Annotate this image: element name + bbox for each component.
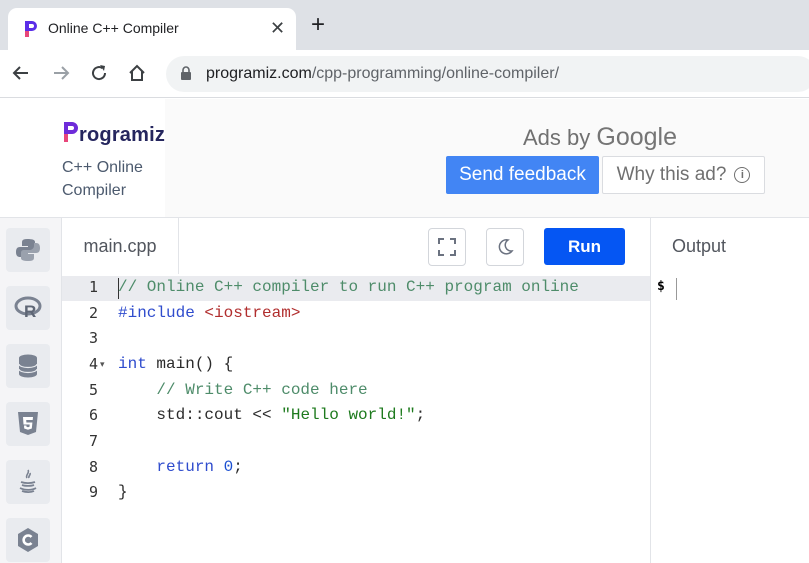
code-editor[interactable]: 1 2 3 4 ▾ 5 6 7 8 9 // Online C++ compil… — [62, 274, 650, 563]
html-language-button[interactable] — [6, 402, 50, 446]
send-feedback-button[interactable]: Send feedback — [446, 156, 599, 194]
logo-panel: rogramiz C++ Online Compiler — [0, 99, 165, 217]
forward-icon[interactable] — [49, 61, 73, 85]
url-text: programiz.com/cpp-programming/online-com… — [206, 65, 559, 83]
line-number: 7 — [88, 432, 98, 450]
line-number: 4 — [88, 355, 98, 373]
code-include-directive: #include — [118, 304, 195, 322]
fold-toggle-icon[interactable]: ▾ — [100, 359, 105, 370]
sql-language-button[interactable] — [6, 344, 50, 388]
sql-icon — [18, 354, 38, 378]
new-tab-icon[interactable]: + — [311, 13, 325, 37]
address-bar[interactable]: programiz.com/cpp-programming/online-com… — [166, 56, 809, 92]
code-line-5: // Write C++ code here — [118, 378, 368, 404]
c-language-button[interactable] — [6, 518, 50, 562]
programiz-logo-icon[interactable] — [63, 119, 79, 145]
terminal-prompt: $ — [657, 279, 665, 294]
line-number: 3 — [88, 329, 98, 347]
code-text: std::cout << — [156, 406, 282, 424]
code-line-1: // Online C++ compiler to run C++ progra… — [118, 275, 579, 301]
svg-text:R: R — [24, 302, 36, 320]
ads-by-google: Ads by Google — [523, 123, 677, 152]
python-language-button[interactable] — [6, 228, 50, 272]
editor-header: main.cpp Run — [62, 218, 650, 274]
url-path: /cpp-programming/online-compiler/ — [311, 65, 560, 82]
back-icon[interactable] — [9, 61, 33, 85]
code-text: main() { — [146, 355, 234, 373]
code-include-header: <iostream> — [204, 304, 301, 322]
terminal-cursor[interactable] — [676, 278, 677, 300]
info-icon: i — [734, 167, 751, 183]
reload-icon[interactable] — [87, 61, 111, 85]
code-text: ; — [415, 406, 426, 424]
browser-tab-strip: Online C++ Compiler ✕ + — [0, 0, 809, 50]
fullscreen-button[interactable] — [428, 228, 466, 266]
html5-icon — [18, 412, 38, 435]
java-icon — [19, 469, 37, 494]
line-number-gutter: 1 2 3 4 ▾ 5 6 7 8 9 — [62, 274, 117, 563]
code-line-2: #include <iostream> — [118, 301, 300, 327]
ads-by-label: Ads by — [523, 125, 591, 150]
run-button[interactable]: Run — [544, 228, 625, 265]
output-panel: Output $ — [650, 218, 809, 563]
output-title: Output — [672, 236, 727, 256]
compiler-workspace: R main.cpp Run 1 2 3 4 ▾ 5 6 7 8 9 // On… — [0, 217, 809, 563]
programiz-favicon-icon — [25, 21, 37, 37]
code-text: ; — [233, 458, 243, 476]
ad-banner: Ads by Google Send feedback Why this ad?… — [165, 99, 809, 217]
browser-toolbar: programiz.com/cpp-programming/online-com… — [0, 50, 809, 98]
java-language-button[interactable] — [6, 460, 50, 504]
python-icon — [16, 239, 40, 261]
code-comment: // Write C++ code here — [156, 381, 368, 399]
code-line-4: int main() { — [118, 352, 233, 378]
code-string: "Hello world!" — [281, 406, 416, 424]
why-this-ad-label: Why this ad? — [616, 164, 727, 185]
code-number: 0 — [223, 458, 234, 476]
r-language-button[interactable]: R — [6, 286, 50, 330]
line-number: 2 — [88, 304, 98, 322]
r-icon: R — [14, 296, 42, 320]
language-sidebar: R — [0, 218, 62, 563]
c-icon — [18, 528, 38, 552]
moon-icon — [498, 239, 514, 255]
code-keyword: int — [118, 355, 147, 373]
code-text: } — [118, 483, 128, 501]
code-line-8: return 0; — [118, 455, 243, 481]
page-subtitle: C++ Online Compiler — [62, 159, 143, 199]
line-number: 5 — [88, 381, 98, 399]
code-comment: // Online C++ compiler to run C++ progra… — [118, 278, 579, 296]
line-number: 1 — [88, 278, 98, 296]
logo-text[interactable]: rogramiz — [79, 124, 165, 147]
site-header: rogramiz C++ Online Compiler ← Ads by Go… — [0, 99, 809, 217]
google-wordmark: Google — [596, 123, 678, 151]
tab-title: Online C++ Compiler — [48, 20, 179, 36]
url-domain: programiz.com — [206, 65, 312, 82]
line-number: 8 — [88, 458, 98, 476]
line-number: 6 — [88, 406, 98, 424]
home-icon[interactable] — [125, 61, 149, 85]
browser-tab[interactable]: Online C++ Compiler ✕ — [8, 8, 296, 50]
line-number: 9 — [88, 483, 98, 501]
code-line-9: } — [118, 480, 128, 506]
fullscreen-icon — [438, 238, 456, 256]
why-this-ad-button[interactable]: Why this ad? i — [602, 156, 765, 194]
code-keyword: return — [156, 458, 215, 476]
code-line-6: std::cout << "Hello world!"; — [118, 403, 425, 429]
file-tab-main-cpp[interactable]: main.cpp — [62, 218, 179, 274]
close-tab-icon[interactable]: ✕ — [270, 17, 285, 39]
dark-mode-toggle[interactable] — [486, 228, 524, 266]
lock-icon — [181, 66, 191, 80]
